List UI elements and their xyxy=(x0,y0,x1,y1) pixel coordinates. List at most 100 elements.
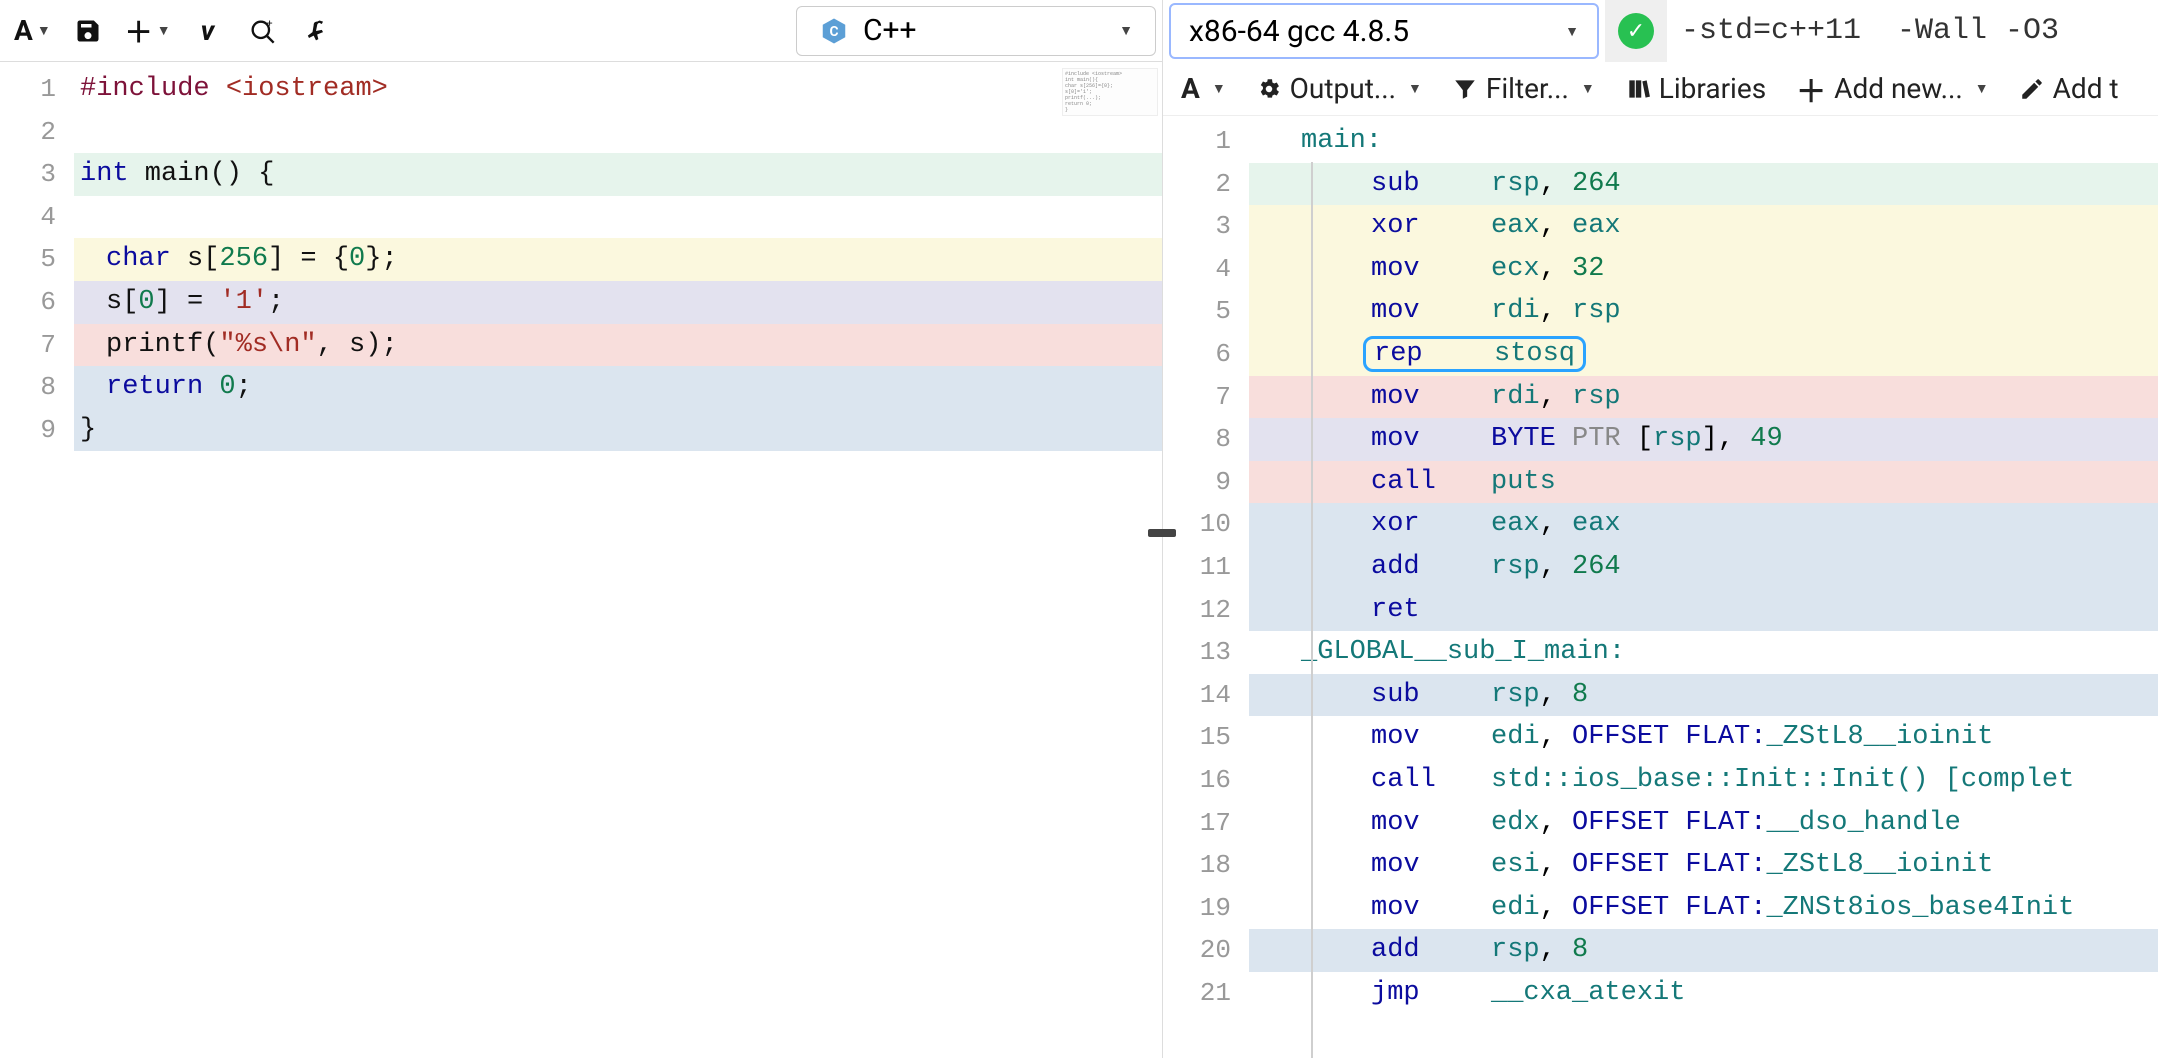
asm-line[interactable]: movrdi, rsp xyxy=(1249,290,2158,333)
asm-gutter: 123456789101112131415161718192021 xyxy=(1163,116,1249,1058)
add-new-label: Add new... xyxy=(1834,72,1963,105)
source-line[interactable]: int main() { xyxy=(74,153,1162,196)
source-line[interactable]: char s[256] = {0}; xyxy=(74,238,1162,281)
line-number: 6 xyxy=(0,281,74,324)
svg-text:+: + xyxy=(266,17,272,29)
asm-pane: x86-64 gcc 4.8.5 ▼ ✓ A▼ Output...▼ Filte… xyxy=(1162,0,2158,1058)
line-number: 19 xyxy=(1163,887,1249,930)
source-line[interactable]: } xyxy=(74,409,1162,452)
asm-line[interactable]: repstosq xyxy=(1249,333,2158,376)
line-number: 14 xyxy=(1163,674,1249,717)
line-number: 3 xyxy=(1163,205,1249,248)
filter-button[interactable]: Filter...▼ xyxy=(1442,68,1605,109)
asm-line[interactable]: callputs xyxy=(1249,461,2158,504)
asm-line[interactable]: main: xyxy=(1249,120,2158,163)
libraries-button[interactable]: Libraries xyxy=(1615,68,1776,109)
compile-status[interactable]: ✓ xyxy=(1605,0,1667,62)
line-number: 7 xyxy=(0,324,74,367)
line-number: 21 xyxy=(1163,972,1249,1015)
source-line[interactable] xyxy=(74,196,1162,239)
asm-line[interactable]: movedi, OFFSET FLAT:_ZStL8__ioinit xyxy=(1249,716,2158,759)
line-number: 20 xyxy=(1163,929,1249,972)
line-number: 8 xyxy=(0,366,74,409)
language-select[interactable]: C C++ ▼ xyxy=(796,6,1156,56)
line-number: 5 xyxy=(0,238,74,281)
search-icon[interactable]: + xyxy=(237,7,287,55)
add-tool-button[interactable]: Add t xyxy=(2009,68,2129,109)
line-number: 2 xyxy=(1163,163,1249,206)
add-tool-label: Add t xyxy=(2053,72,2119,105)
source-toolbar: A▼ ＋▼ v + C C++ ▼ xyxy=(0,0,1162,62)
asm-line[interactable]: xoreax, eax xyxy=(1249,503,2158,546)
line-number: 3 xyxy=(0,153,74,196)
svg-text:C: C xyxy=(830,24,839,40)
source-gutter: 123456789 xyxy=(0,62,74,1058)
line-number: 10 xyxy=(1163,503,1249,546)
source-line[interactable]: s[0] = '1'; xyxy=(74,281,1162,324)
libraries-label: Libraries xyxy=(1659,72,1766,105)
font-button[interactable]: A▼ xyxy=(1171,68,1236,109)
asm-line[interactable]: _GLOBAL__sub_I_main: xyxy=(1249,631,2158,674)
asm-line[interactable]: subrsp, 264 xyxy=(1249,163,2158,206)
asm-line[interactable]: movedi, OFFSET FLAT:_ZNSt8ios_base4Init xyxy=(1249,887,2158,930)
save-button[interactable] xyxy=(63,7,113,55)
asm-line[interactable]: movecx, 32 xyxy=(1249,248,2158,291)
add-button[interactable]: ＋▼ xyxy=(117,7,179,55)
asm-code[interactable]: main:subrsp, 264xoreax, eaxmovecx, 32mov… xyxy=(1249,116,2158,1058)
vim-button[interactable]: v xyxy=(183,7,233,55)
asm-line[interactable]: addrsp, 264 xyxy=(1249,546,2158,589)
line-number: 12 xyxy=(1163,589,1249,632)
asm-line[interactable]: jmp__cxa_atexit xyxy=(1249,972,2158,1015)
minimap[interactable]: #include <iostream>int main(){char s[256… xyxy=(1062,68,1158,116)
check-icon: ✓ xyxy=(1618,13,1654,49)
line-number: 1 xyxy=(0,68,74,111)
language-label: C++ xyxy=(863,13,917,48)
filter-label: Filter... xyxy=(1486,72,1569,105)
source-pane: A▼ ＋▼ v + C C++ ▼ 123456789 #include <io… xyxy=(0,0,1162,1058)
line-number: 7 xyxy=(1163,376,1249,419)
asm-line[interactable]: ret xyxy=(1249,589,2158,632)
asm-line[interactable]: movedx, OFFSET FLAT:__dso_handle xyxy=(1249,802,2158,845)
output-label: Output... xyxy=(1290,72,1396,105)
source-line[interactable] xyxy=(74,111,1162,154)
asm-line[interactable]: movrdi, rsp xyxy=(1249,376,2158,419)
run-icon[interactable] xyxy=(291,7,341,55)
source-code[interactable]: #include <iostream> int main() { char s[25… xyxy=(74,62,1162,1058)
line-number: 9 xyxy=(1163,461,1249,504)
asm-view[interactable]: 123456789101112131415161718192021 main:s… xyxy=(1163,116,2158,1058)
asm-line[interactable]: subrsp, 8 xyxy=(1249,674,2158,717)
compiler-bar: x86-64 gcc 4.8.5 ▼ ✓ xyxy=(1163,0,2158,62)
asm-line[interactable]: callstd::ios_base::Init::Init() [complet xyxy=(1249,759,2158,802)
line-number: 6 xyxy=(1163,333,1249,376)
source-line[interactable]: return 0; xyxy=(74,366,1162,409)
asm-line[interactable]: movBYTE PTR [rsp], 49 xyxy=(1249,418,2158,461)
asm-line[interactable]: movesi, OFFSET FLAT:_ZStL8__ioinit xyxy=(1249,844,2158,887)
pane-splitter[interactable] xyxy=(1148,529,1176,537)
line-number: 18 xyxy=(1163,844,1249,887)
chevron-down-icon: ▼ xyxy=(1565,23,1579,40)
font-button[interactable]: A▼ xyxy=(6,7,59,55)
line-number: 17 xyxy=(1163,802,1249,845)
asm-line[interactable]: xoreax, eax xyxy=(1249,205,2158,248)
app-root: A▼ ＋▼ v + C C++ ▼ 123456789 #include <io… xyxy=(0,0,2158,1058)
flags-input[interactable] xyxy=(1667,3,2158,59)
line-number: 11 xyxy=(1163,546,1249,589)
line-number: 16 xyxy=(1163,759,1249,802)
compiler-select[interactable]: x86-64 gcc 4.8.5 ▼ xyxy=(1169,3,1599,59)
line-number: 1 xyxy=(1163,120,1249,163)
asm-line[interactable]: addrsp, 8 xyxy=(1249,929,2158,972)
asm-toolbar: A▼ Output...▼ Filter...▼ Libraries ＋ Add… xyxy=(1163,62,2158,116)
source-line[interactable]: #include <iostream> xyxy=(74,68,1162,111)
chevron-down-icon: ▼ xyxy=(1119,22,1133,39)
add-new-button[interactable]: ＋ Add new...▼ xyxy=(1786,63,1998,115)
line-number: 9 xyxy=(0,409,74,452)
compiler-name: x86-64 gcc 4.8.5 xyxy=(1189,14,1409,49)
line-number: 15 xyxy=(1163,716,1249,759)
line-number: 2 xyxy=(0,111,74,154)
source-line[interactable]: printf("%s\n", s); xyxy=(74,324,1162,367)
line-number: 5 xyxy=(1163,290,1249,333)
output-button[interactable]: Output...▼ xyxy=(1246,68,1432,109)
source-editor[interactable]: 123456789 #include <iostream> int main() … xyxy=(0,62,1162,1058)
line-number: 4 xyxy=(0,196,74,239)
line-number: 4 xyxy=(1163,248,1249,291)
